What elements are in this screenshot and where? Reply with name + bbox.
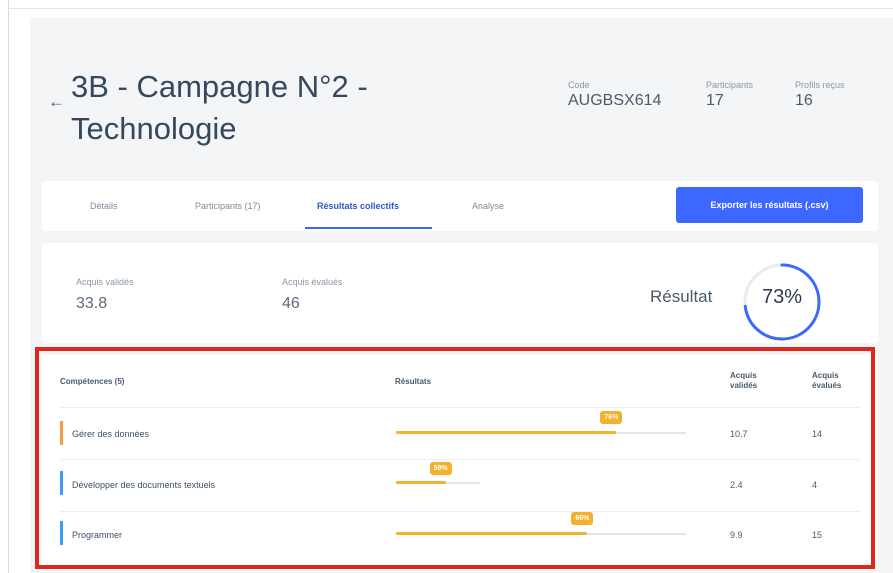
competence-name[interactable]: Développer des documents textuels (72, 480, 215, 490)
code-value: AUGBSX614 (568, 92, 662, 109)
row-accent (60, 421, 63, 445)
evaluated-label: Acquis évalués (282, 277, 343, 287)
participants-label: Participants (706, 80, 754, 90)
evaluated-value: 46 (282, 295, 300, 312)
active-tab-indicator (305, 227, 432, 229)
header-competences: Compétences (5) (60, 377, 125, 386)
evaluated-cell: 4 (812, 480, 818, 490)
evaluated-stat: Acquis évalués 46 (282, 277, 343, 313)
evaluated-cell: 15 (812, 530, 823, 540)
participants-info: Participants 17 (706, 80, 753, 110)
code-label: Code (568, 80, 590, 90)
competences-table: Compétences (5) Résultats Acquis validés… (42, 355, 878, 565)
validated-label: Acquis validés (76, 277, 134, 287)
percent-badge: 66% (571, 512, 594, 525)
result-label: Résultat (650, 287, 713, 306)
tab-participants[interactable]: Participants (17) (195, 201, 261, 211)
arrow-left-icon[interactable]: ← (48, 92, 65, 112)
validated-stat: Acquis validés 33.8 (76, 277, 134, 313)
result-bar (396, 532, 588, 535)
evaluated-cell: 14 (812, 429, 823, 439)
export-results-button[interactable]: Exporter les résultats (.csv) (676, 187, 863, 223)
tab-analysis[interactable]: Analyse (472, 201, 504, 211)
stats-panel: Acquis validés 33.8 Acquis évalués 46 Ré… (42, 243, 878, 343)
percent-badge: 76% (600, 411, 623, 424)
result-value: 73% (761, 286, 803, 308)
header-validated: Acquis validés (730, 371, 758, 390)
row-accent (60, 471, 63, 495)
header-evaluated: Acquis évalués (812, 371, 842, 390)
competence-name[interactable]: Programmer (72, 530, 122, 540)
result-bar (396, 481, 446, 484)
header-results: Résultats (395, 377, 432, 386)
code-info: Code AUGBSX614 (568, 80, 661, 110)
window-edge-left (8, 0, 9, 573)
percent-badge: 59% (429, 462, 452, 475)
window-edge-top (8, 8, 893, 9)
row-divider (60, 511, 860, 512)
tab-bar: Détails Participants (17) Résultats coll… (42, 181, 878, 231)
row-divider (60, 459, 860, 460)
result-bar (396, 431, 617, 434)
tab-details[interactable]: Détails (90, 201, 118, 211)
profiles-label: Profils reçus (795, 80, 845, 90)
validated-cell: 10.7 (730, 429, 748, 439)
participants-value: 17 (706, 92, 724, 109)
row-accent (60, 521, 63, 545)
profiles-info: Profils reçus 16 (795, 80, 845, 110)
validated-value: 33.8 (76, 295, 108, 312)
validated-cell: 2.4 (730, 480, 743, 490)
tab-collective-results[interactable]: Résultats collectifs (317, 201, 399, 211)
competence-name[interactable]: Gérer des données (72, 429, 149, 439)
profiles-value: 16 (795, 92, 813, 109)
row-divider (60, 407, 860, 408)
validated-cell: 9.9 (730, 530, 743, 540)
page-title: 3B - Campagne N°2 - Technologie (71, 69, 368, 146)
